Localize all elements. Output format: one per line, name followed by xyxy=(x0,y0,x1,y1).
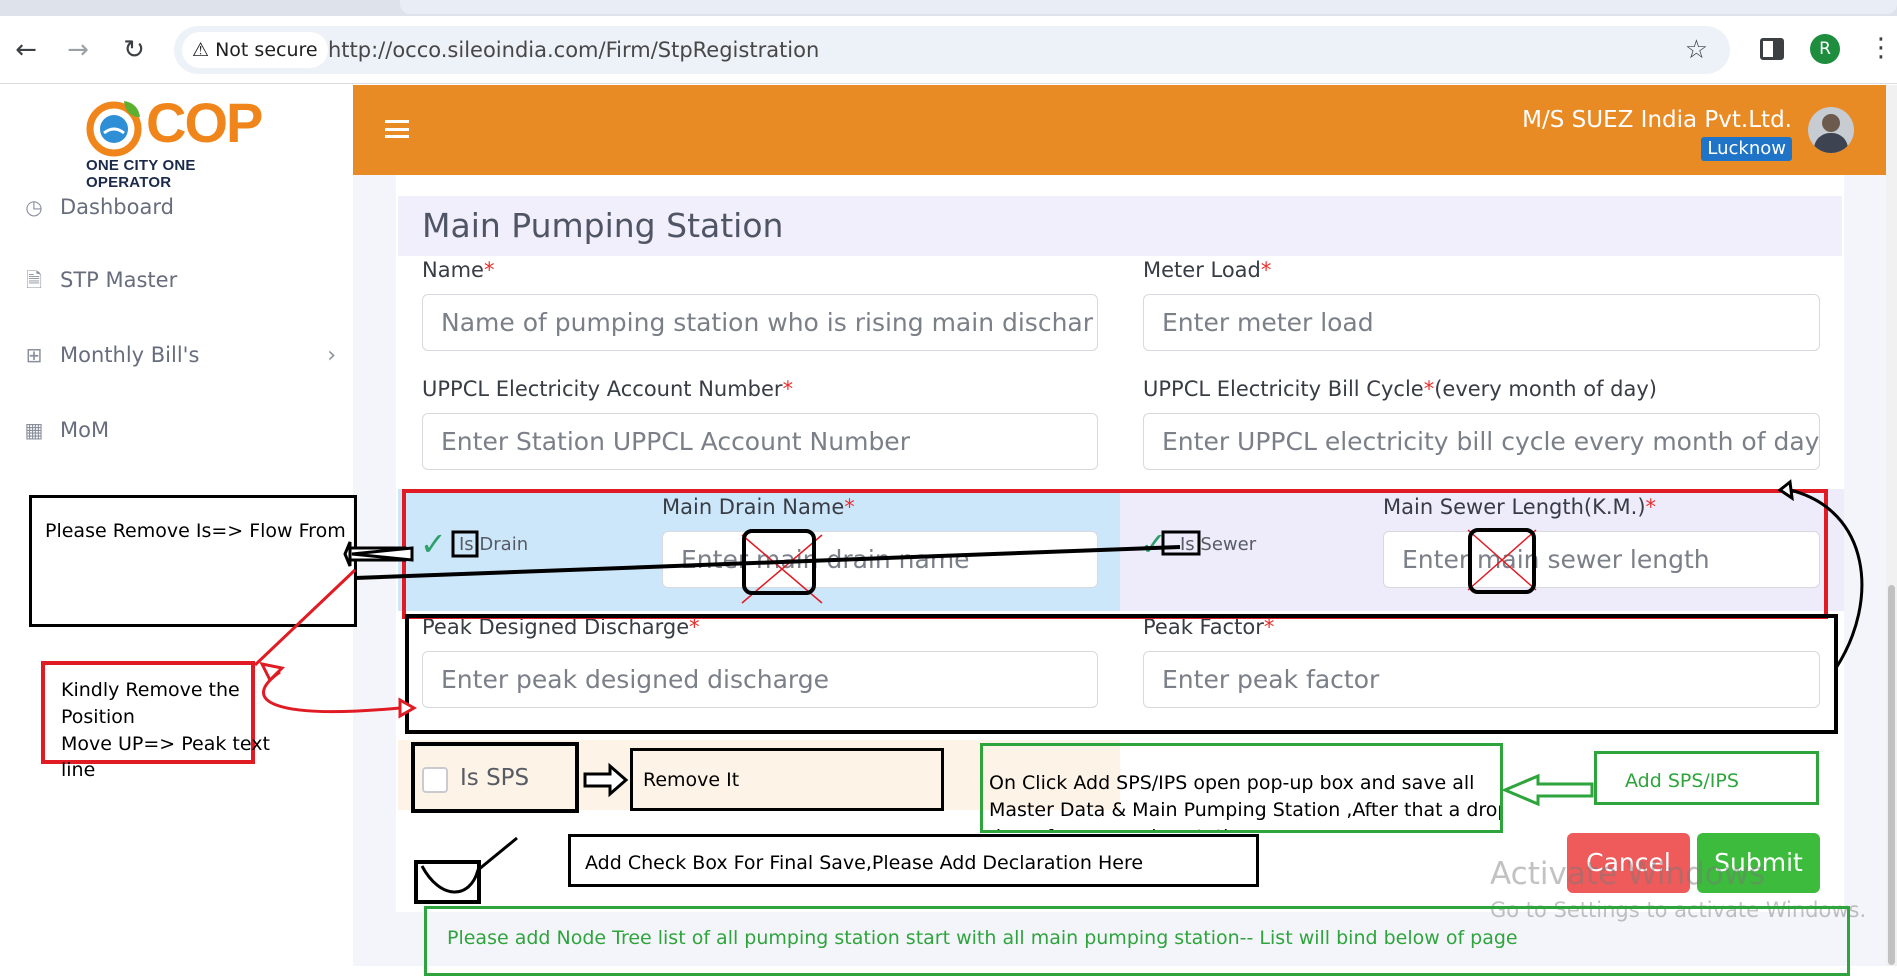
reload-icon[interactable]: ↻ xyxy=(118,34,150,66)
tab-strip xyxy=(0,0,1897,16)
url-text[interactable]: http://occo.sileoindia.com/Firm/StpRegis… xyxy=(328,26,819,74)
annotation-checkbox-placeholder xyxy=(414,860,481,904)
annotation-sps-highlight xyxy=(411,742,579,813)
security-chip[interactable]: ⚠ Not secure xyxy=(182,32,328,68)
grid-icon: ▦ xyxy=(24,418,44,442)
name-input[interactable]: Name of pumping station who is rising ma… xyxy=(422,294,1098,351)
browser-menu-icon[interactable]: ⋮ xyxy=(1868,30,1894,66)
sidebar-item-mom[interactable]: ▦ MoM xyxy=(22,410,110,450)
profile-avatar[interactable]: R xyxy=(1810,34,1840,64)
annotation-kindly-remove-line2: Position xyxy=(61,706,135,728)
section-header: Main Pumping Station xyxy=(398,196,1842,256)
annotation-on-click-line1: On Click Add SPS/IPS open pop-up box and… xyxy=(989,772,1475,794)
annotation-red-highlight xyxy=(402,489,1828,619)
chevron-right-icon: › xyxy=(327,342,336,368)
annotation-node-tree-text: Please add Node Tree list of all pumping… xyxy=(447,927,1518,949)
forward-icon[interactable]: → xyxy=(62,34,94,66)
gauge-icon: ◷ xyxy=(25,195,43,219)
annotation-remove-is-text: Please Remove Is=> Flow From xyxy=(45,520,346,542)
firm-name: M/S SUEZ India Pvt.Ltd. xyxy=(1522,107,1792,133)
annotation-on-click-box: On Click Add SPS/IPS open pop-up box and… xyxy=(980,743,1503,833)
back-icon[interactable]: ← xyxy=(10,34,42,66)
address-bar[interactable]: ⚠ Not secure http://occo.sileoindia.com/… xyxy=(174,26,1730,74)
uppcl-account-input[interactable]: Enter Station UPPCL Account Number xyxy=(422,413,1098,470)
uppcl-cycle-label: UPPCL Electricity Bill Cycle*(every mont… xyxy=(1143,377,1657,401)
annotation-kindly-remove-line1: Kindly Remove the xyxy=(61,679,240,701)
meter-load-label: Meter Load* xyxy=(1143,258,1272,282)
cop-logo[interactable]: COP ONE CITY ONE OPERATOR xyxy=(84,91,263,191)
annotation-on-click-line3: down from pumping station xyxy=(989,824,1252,830)
sidebar-item-stp-master[interactable]: 🗎 STP Master xyxy=(22,260,177,300)
meter-load-input[interactable]: Enter meter load xyxy=(1143,294,1820,351)
warning-icon: ⚠ xyxy=(192,39,210,61)
uppcl-cycle-input[interactable]: Enter UPPCL electricity bill cycle every… xyxy=(1143,413,1820,470)
table-icon: ⊞ xyxy=(25,343,43,367)
side-panel-icon[interactable] xyxy=(1760,38,1784,60)
app-header: M/S SUEZ India Pvt.Ltd. Lucknow xyxy=(353,85,1886,175)
sidebar-item-label: STP Master xyxy=(60,268,178,292)
hamburger-menu-icon[interactable] xyxy=(385,120,409,138)
active-tab[interactable] xyxy=(400,0,1897,14)
document-icon: 🗎 xyxy=(25,268,43,292)
annotation-kindly-remove-line3: Move UP=> Peak text xyxy=(61,733,270,755)
section-title: Main Pumping Station xyxy=(422,206,784,245)
annotation-remove-is-box xyxy=(29,495,357,627)
city-badge: Lucknow xyxy=(1701,137,1792,161)
annotation-remove-it-text: Remove It xyxy=(643,769,740,791)
security-label: Not secure xyxy=(215,39,318,61)
annotation-add-checkbox-text: Add Check Box For Final Save,Please Add … xyxy=(585,852,1144,874)
logo-subtitle: ONE CITY ONE OPERATOR xyxy=(86,157,196,191)
annotation-on-click-line2: Master Data & Main Pumping Station ,Afte… xyxy=(989,799,1503,821)
sidebar-item-dashboard[interactable]: ◷ Dashboard xyxy=(22,187,174,227)
annotation-kindly-remove-line4: line xyxy=(61,759,96,781)
name-label: Name* xyxy=(422,258,495,282)
logo-emblem-icon xyxy=(86,101,142,157)
sidebar-item-label: MoM xyxy=(60,418,110,442)
annotation-add-sps-text: Add SPS/IPS xyxy=(1625,770,1739,792)
sidebar-item-monthly-bills[interactable]: ⊞ Monthly Bill's › xyxy=(22,335,336,375)
scrollbar-thumb[interactable] xyxy=(1888,585,1895,965)
bookmark-star-icon[interactable]: ☆ xyxy=(1685,26,1708,74)
scrollbar[interactable] xyxy=(1886,85,1897,966)
user-avatar[interactable] xyxy=(1808,107,1854,153)
logo-wordmark: COP xyxy=(146,91,263,154)
sidebar-item-label: Dashboard xyxy=(60,195,174,219)
browser-toolbar: ← → ↻ ⚠ Not secure http://occo.sileoindi… xyxy=(0,16,1897,84)
watermark-title: Activate Windows xyxy=(1490,856,1766,892)
uppcl-account-label: UPPCL Electricity Account Number* xyxy=(422,377,794,401)
annotation-peak-highlight xyxy=(405,614,1838,734)
sidebar-item-label: Monthly Bill's xyxy=(60,343,200,367)
